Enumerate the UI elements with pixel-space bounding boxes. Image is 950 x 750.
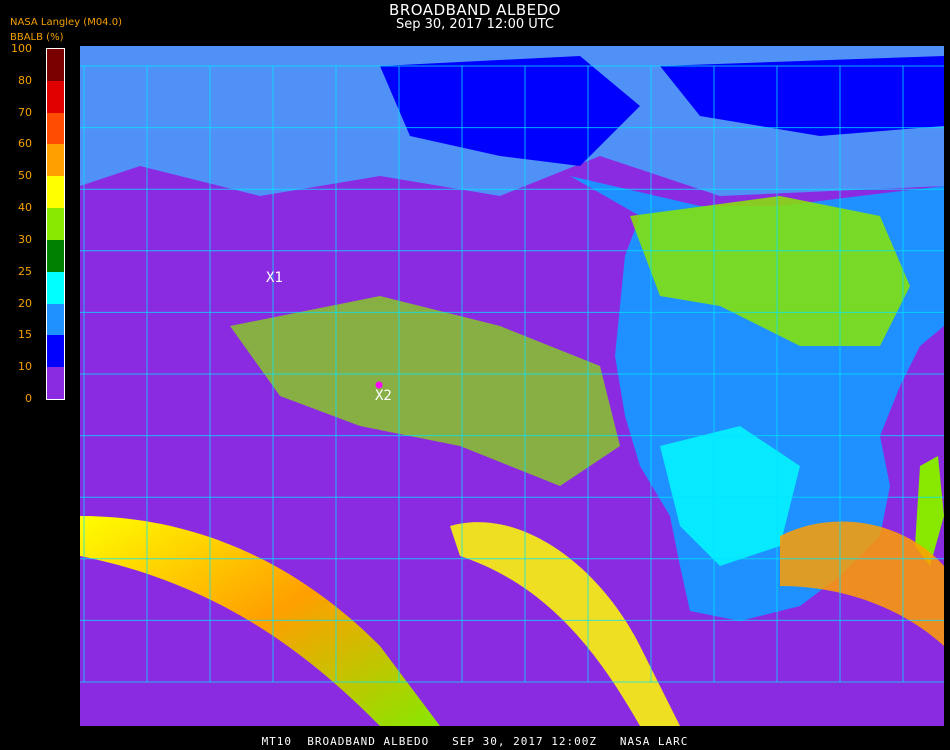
footer-caption: MT10 BROADBAND ALBEDO SEP 30, 2017 12:00…: [261, 735, 689, 748]
legend-tick-label: 0: [25, 392, 32, 405]
legend-swatch: [47, 271, 64, 305]
legend-swatch: [47, 239, 64, 273]
marker-x1-label: X1: [266, 270, 283, 286]
legend-swatch: [47, 80, 64, 114]
legend-tick-label: 15: [18, 328, 32, 342]
legend-swatch: [47, 49, 64, 82]
legend-swatch: [47, 303, 64, 336]
legend-swatch: [47, 367, 64, 400]
chart-title: BROADBAND ALBEDO: [389, 1, 561, 19]
color-legend-bar: [46, 48, 65, 400]
legend-swatch: [47, 208, 64, 241]
legend-tick-label: 40: [18, 201, 32, 215]
chart-subtitle: Sep 30, 2017 12:00 UTC: [395, 17, 555, 32]
legend-tick-label: 50: [18, 169, 32, 183]
legend-tick-label: 20: [18, 296, 32, 310]
marker-x2-label: X2: [375, 388, 392, 404]
legend-swatch: [47, 335, 64, 368]
legend-tick-label: 60: [18, 137, 32, 151]
legend-tick-label: 100: [11, 42, 32, 55]
legend-tick-label: 70: [18, 105, 32, 119]
legend-tick-label: 30: [18, 232, 32, 246]
legend-swatch: [47, 176, 64, 209]
legend-swatch: [47, 112, 64, 145]
legend-tick-label: 25: [18, 264, 32, 278]
data-source-label: NASA Langley (M04.0): [10, 17, 122, 28]
legend-swatch: [47, 144, 64, 177]
albedo-map: [80, 46, 944, 726]
legend-tick-label: 80: [18, 73, 32, 87]
legend-tick-label: 10: [18, 360, 32, 374]
